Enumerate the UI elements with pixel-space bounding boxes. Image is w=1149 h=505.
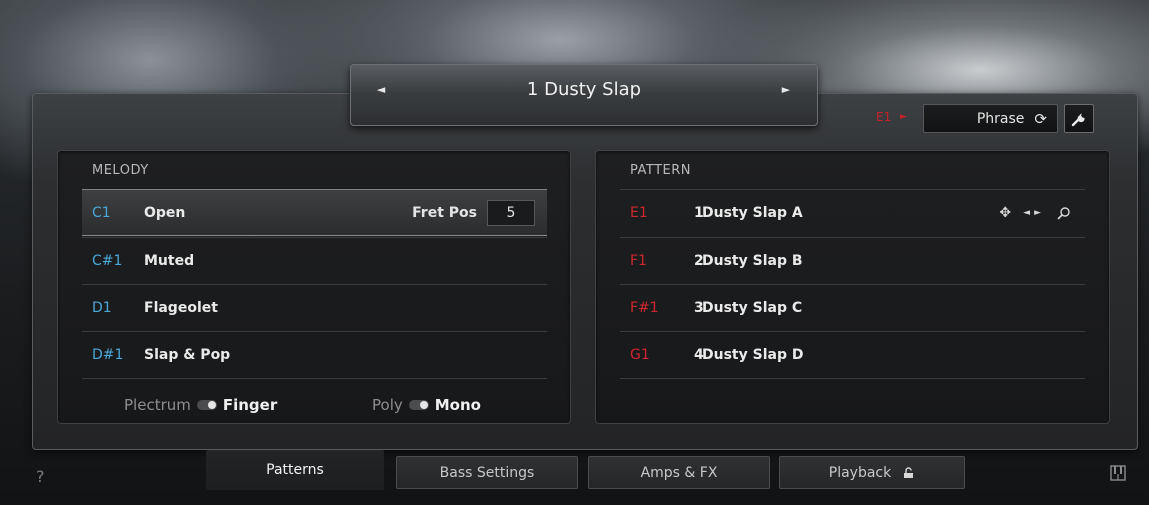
melody-toggles: Plectrum Finger Poly Mono bbox=[82, 393, 547, 417]
preset-name: 1 Dusty Slap bbox=[526, 79, 642, 100]
settings-wrench-button[interactable] bbox=[1064, 104, 1094, 133]
melody-key: D1 bbox=[92, 300, 112, 316]
help-button[interactable]: ? bbox=[36, 467, 45, 486]
trigger-key-label: E1 bbox=[876, 110, 892, 124]
melody-title: MELODY bbox=[92, 163, 149, 178]
pattern-key: F1 bbox=[630, 253, 647, 269]
melody-key: D#1 bbox=[92, 347, 124, 363]
plectrum-label: Plectrum bbox=[124, 396, 191, 414]
pattern-number: 1 bbox=[694, 205, 704, 221]
piano-keys-icon[interactable] bbox=[1110, 465, 1126, 481]
melody-row[interactable]: D1 Flageolet bbox=[82, 284, 547, 331]
pattern-label: Dusty Slap A bbox=[702, 205, 803, 221]
pattern-row[interactable]: F1 2 Dusty Slap B bbox=[620, 237, 1085, 284]
pattern-row[interactable]: F#1 3 Dusty Slap C bbox=[620, 284, 1085, 331]
phrase-label: Phrase bbox=[976, 110, 1025, 127]
toggle-switch[interactable] bbox=[408, 400, 429, 410]
prev-next-arrows-icon[interactable]: ◄► bbox=[1023, 208, 1045, 218]
pattern-label: Dusty Slap C bbox=[702, 300, 803, 316]
pattern-row-tools: ✥ ◄► bbox=[999, 205, 1071, 221]
tab-label: Bass Settings bbox=[439, 464, 535, 481]
move-icon[interactable]: ✥ bbox=[999, 205, 1011, 221]
melody-row[interactable]: C1 Open Fret Pos 5 bbox=[82, 189, 547, 236]
wrench-icon bbox=[1071, 113, 1085, 126]
pattern-number: 4 bbox=[694, 347, 704, 363]
melody-key: C1 bbox=[92, 204, 111, 221]
tab-label: Playback bbox=[828, 464, 892, 481]
tab-playback[interactable]: Playback bbox=[779, 456, 965, 489]
pattern-key: F#1 bbox=[630, 300, 659, 316]
pattern-panel: PATTERN E1 1 Dusty Slap A ✥ ◄► F1 2 Dust… bbox=[595, 150, 1110, 424]
pattern-label: Dusty Slap B bbox=[702, 253, 803, 269]
pattern-key: G1 bbox=[630, 347, 650, 363]
plectrum-finger-toggle[interactable]: Plectrum Finger bbox=[124, 396, 277, 414]
melody-row[interactable]: C#1 Muted bbox=[82, 237, 547, 284]
melody-key: C#1 bbox=[92, 253, 123, 269]
tab-amps-fx[interactable]: Amps & FX bbox=[588, 456, 770, 489]
fret-pos-label: Fret Pos bbox=[412, 204, 477, 221]
fret-pos-field[interactable]: 5 bbox=[487, 199, 535, 226]
lock-icon bbox=[904, 466, 914, 478]
toggle-switch[interactable] bbox=[196, 400, 217, 410]
mono-label: Mono bbox=[434, 396, 481, 414]
row-divider bbox=[82, 378, 547, 379]
tab-label: Amps & FX bbox=[640, 464, 718, 481]
next-preset-button[interactable]: ► bbox=[776, 83, 796, 96]
pattern-row[interactable]: G1 4 Dusty Slap D bbox=[620, 331, 1085, 378]
melody-row[interactable]: D#1 Slap & Pop bbox=[82, 331, 547, 378]
search-icon[interactable] bbox=[1057, 206, 1071, 220]
finger-label: Finger bbox=[222, 396, 278, 414]
pattern-key: E1 bbox=[630, 205, 648, 221]
sync-icon: ⟳ bbox=[1034, 109, 1047, 128]
row-divider bbox=[620, 378, 1085, 379]
pattern-number: 2 bbox=[694, 253, 704, 269]
melody-panel: MELODY C1 Open Fret Pos 5 C#1 Muted D1 F… bbox=[57, 150, 571, 424]
pattern-row[interactable]: E1 1 Dusty Slap A ✥ ◄► bbox=[620, 189, 1085, 236]
trigger-arrow-icon: ► bbox=[900, 112, 907, 122]
pattern-title: PATTERN bbox=[630, 163, 692, 178]
tab-label: Patterns bbox=[266, 462, 324, 478]
melody-label: Slap & Pop bbox=[144, 347, 231, 363]
pattern-number: 3 bbox=[694, 300, 704, 316]
pattern-label: Dusty Slap D bbox=[702, 347, 804, 363]
tab-bass-settings[interactable]: Bass Settings bbox=[396, 456, 578, 489]
melody-label: Flageolet bbox=[144, 300, 218, 316]
poly-mono-toggle[interactable]: Poly Mono bbox=[372, 396, 481, 414]
melody-label: Muted bbox=[144, 253, 195, 269]
preset-selector[interactable]: ◄ 1 Dusty Slap ► bbox=[350, 64, 818, 126]
tab-patterns[interactable]: Patterns bbox=[206, 450, 384, 490]
phrase-button[interactable]: Phrase ⟳ bbox=[923, 104, 1058, 133]
melody-label: Open bbox=[144, 204, 186, 221]
poly-label: Poly bbox=[372, 396, 403, 414]
